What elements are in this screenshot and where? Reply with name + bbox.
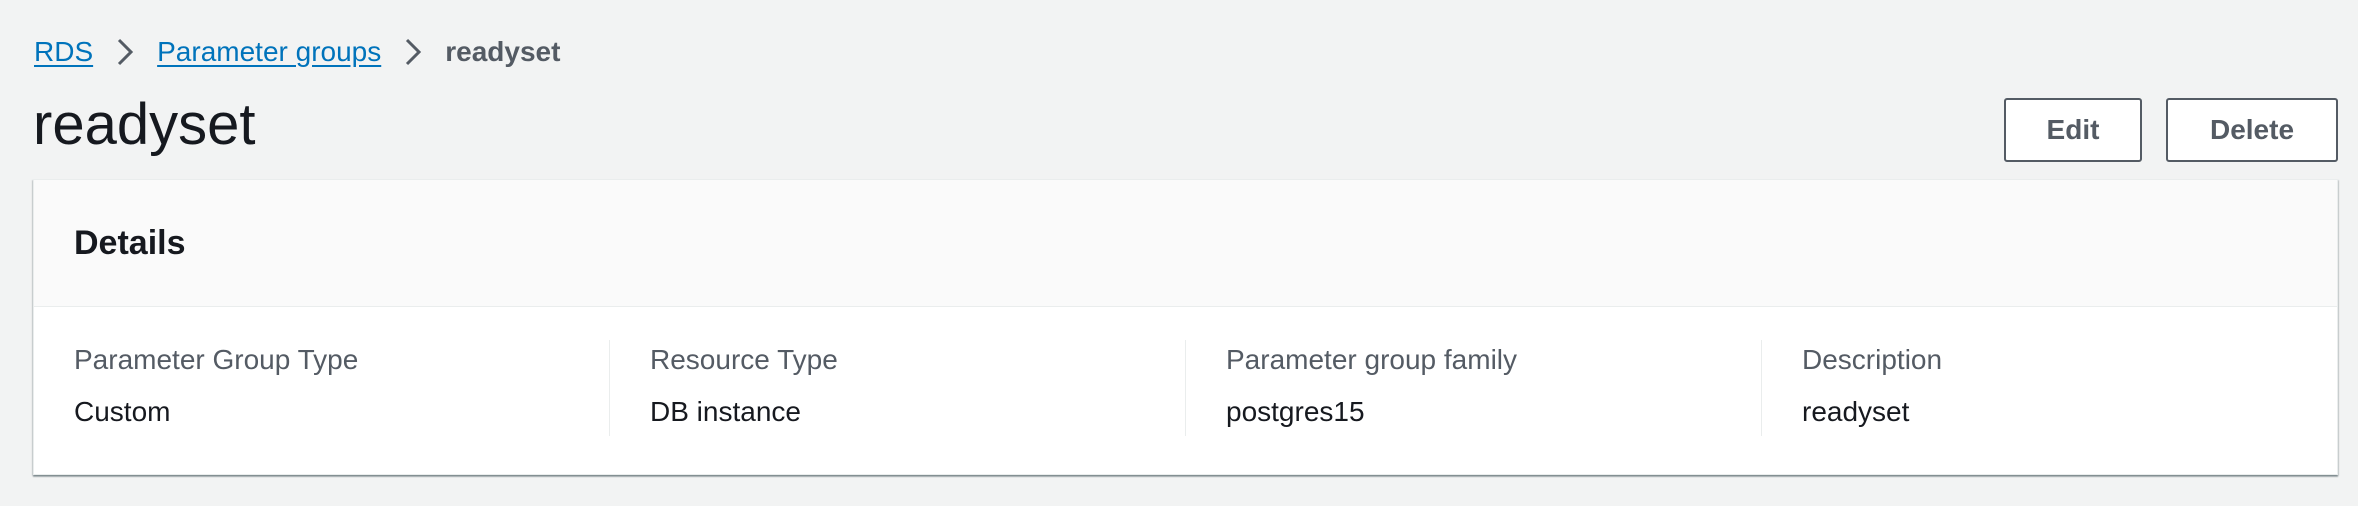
- delete-button[interactable]: Delete: [2166, 98, 2338, 162]
- details-title: Details: [74, 223, 186, 262]
- breadcrumb-link-rds[interactable]: RDS: [34, 32, 93, 72]
- field-resource-type: Resource Type DB instance: [609, 340, 1185, 436]
- field-value: postgres15: [1226, 396, 1365, 427]
- breadcrumb-current: readyset: [445, 36, 561, 67]
- breadcrumb-link-parameter-groups[interactable]: Parameter groups: [157, 32, 381, 72]
- chevron-right-icon: [381, 32, 445, 72]
- field-value: Custom: [74, 396, 171, 427]
- field-label: Resource Type: [650, 344, 838, 375]
- chevron-right-icon: [93, 32, 157, 72]
- details-panel: Details Parameter Group Type Custom Reso…: [33, 179, 2338, 475]
- field-label: Parameter group family: [1226, 344, 1518, 375]
- parameter-group-page: RDS Parameter groups readyset readyset E…: [0, 0, 2358, 506]
- field-label: Description: [1802, 344, 1943, 375]
- field-parameter-group-type: Parameter Group Type Custom: [34, 340, 609, 436]
- field-description: Description readyset: [1761, 340, 2337, 436]
- details-fields: Parameter Group Type Custom Resource Typ…: [34, 307, 2337, 436]
- field-value: readyset: [1802, 396, 1910, 427]
- field-label: Parameter Group Type: [74, 344, 359, 375]
- breadcrumb: RDS Parameter groups readyset: [34, 32, 560, 72]
- field-value: DB instance: [650, 396, 801, 427]
- header-actions: Edit Delete: [2004, 98, 2338, 162]
- edit-button[interactable]: Edit: [2004, 98, 2142, 162]
- details-panel-header: Details: [34, 180, 2337, 307]
- page-title: readyset: [33, 92, 256, 157]
- field-parameter-group-family: Parameter group family postgres15: [1185, 340, 1761, 436]
